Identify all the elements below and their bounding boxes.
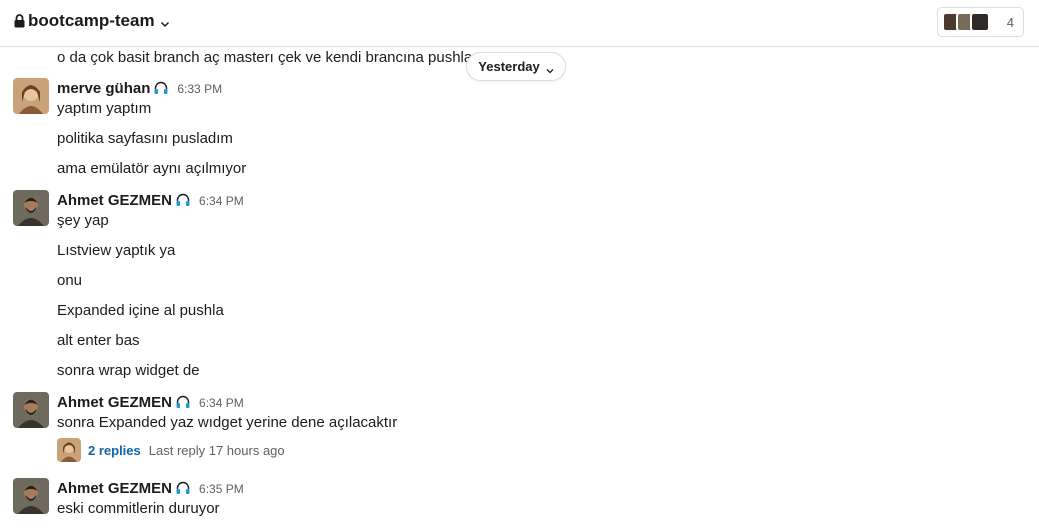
message-text: Lıstview yaptık ya (57, 242, 176, 259)
message-text: alt enter bas (57, 332, 140, 349)
channel-name: bootcamp-team (28, 11, 155, 30)
message-text: politika sayfasını pusladım (57, 130, 233, 147)
avatar[interactable] (13, 392, 49, 428)
last-reply-time: Last reply 17 hours ago (148, 442, 285, 458)
headphones-icon (175, 394, 191, 409)
channel-name-button[interactable]: bootcamp-team (14, 11, 170, 31)
message-text: eski commitlerin duruyor (57, 500, 220, 517)
avatar[interactable] (13, 478, 49, 514)
chevron-down-icon (546, 63, 554, 73)
message-text: ama emülatör aynı açılmıyor (57, 160, 247, 177)
channel-header: bootcamp-team 4 (0, 0, 1039, 47)
author-name[interactable]: merve gühan (57, 80, 150, 97)
timestamp[interactable]: 6:34 PM (199, 396, 244, 410)
thread-replies-bar[interactable]: 2 replies Last reply 17 hours ago (57, 438, 285, 462)
timestamp[interactable]: 6:34 PM (199, 194, 244, 208)
date-divider-button[interactable]: Yesterday (466, 52, 566, 81)
author-name[interactable]: Ahmet GEZMEN (57, 192, 172, 209)
date-label: Yesterday (478, 59, 540, 74)
avatar (57, 438, 81, 462)
message-text: yaptım yaptım (57, 100, 152, 117)
author-name[interactable]: Ahmet GEZMEN (57, 480, 172, 497)
member-count: 4 (1006, 15, 1014, 30)
lock-icon (14, 14, 25, 28)
members-button[interactable]: 4 (937, 7, 1024, 37)
message-header: Ahmet GEZMEN 6:34 PM (57, 392, 244, 411)
avatar[interactable] (13, 190, 49, 226)
author-name[interactable]: Ahmet GEZMEN (57, 394, 172, 411)
member-avatar (970, 12, 990, 32)
chevron-down-icon (160, 16, 170, 28)
message-text: sonra wrap widget de (57, 362, 200, 379)
headphones-icon (153, 80, 169, 95)
avatar[interactable] (13, 78, 49, 114)
message-header: Ahmet GEZMEN 6:35 PM (57, 478, 244, 497)
message-text: onu (57, 272, 83, 289)
message-header: Ahmet GEZMEN 6:34 PM (57, 190, 244, 209)
message-text: şey yap (57, 212, 109, 229)
headphones-icon (175, 480, 191, 495)
timestamp[interactable]: 6:35 PM (199, 482, 244, 496)
message-text: Expanded içine al pushla (57, 302, 224, 319)
replies-link[interactable]: 2 replies (88, 443, 141, 458)
headphones-icon (175, 192, 191, 207)
message-header: merve gühan 6:33 PM (57, 78, 222, 97)
timestamp[interactable]: 6:33 PM (177, 82, 222, 96)
message-text: sonra Expanded yaz wıdget yerine dene aç… (57, 414, 398, 431)
message-text: o da çok basit branch aç masterı çek ve … (57, 49, 473, 66)
